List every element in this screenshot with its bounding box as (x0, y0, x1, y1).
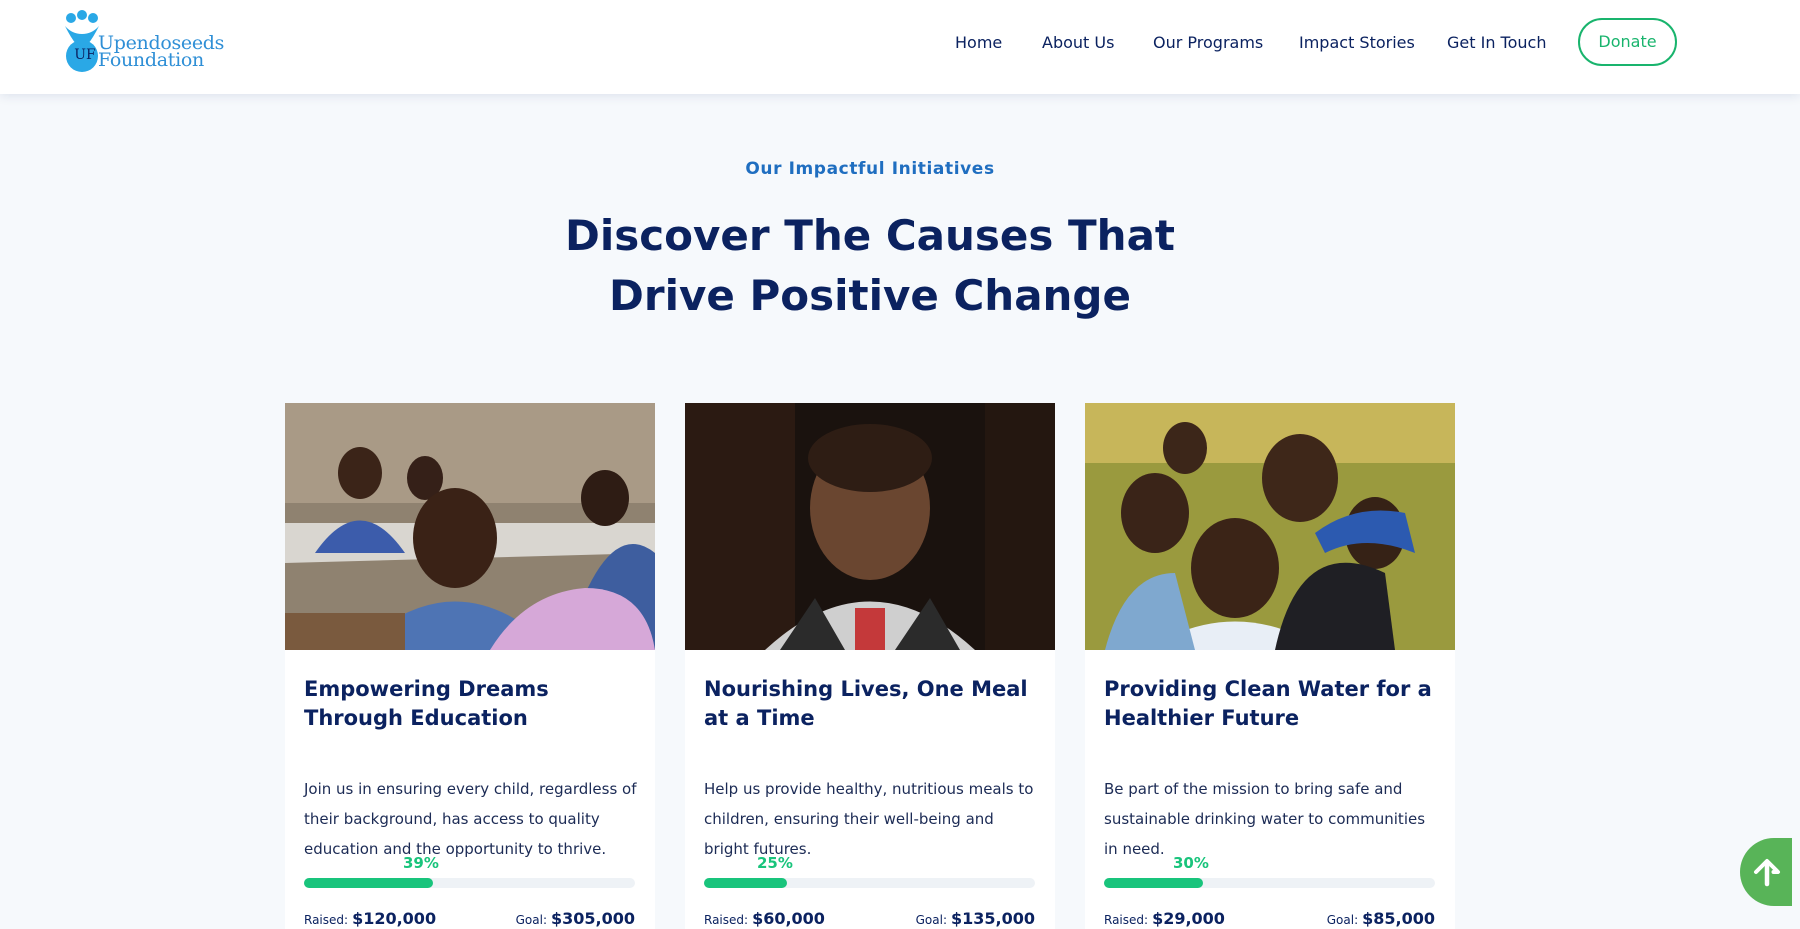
donate-button[interactable]: Donate (1578, 18, 1677, 66)
section-eyebrow: Our Impactful Initiatives (745, 159, 995, 179)
cause-image-nutrition[interactable] (685, 403, 1055, 650)
goal-label: Goal: (915, 913, 947, 927)
progress-fill (704, 878, 787, 888)
progress-fill (304, 878, 434, 888)
goal-value: $85,000 (1362, 909, 1435, 928)
raised-value: $29,000 (1152, 909, 1225, 928)
raised-amount: Raised: $60,000 (704, 909, 825, 928)
scroll-to-top-button[interactable] (1740, 838, 1792, 906)
cause-description: Help us provide healthy, nutritious meal… (704, 780, 1034, 858)
progress-fill (1104, 878, 1204, 888)
goal-label: Goal: (515, 913, 547, 927)
cause-title[interactable]: Providing Clean Water for a Healthier Fu… (1104, 675, 1444, 733)
raised-amount: Raised: $29,000 (1104, 909, 1225, 928)
nav-our-programs[interactable]: Our Programs (1153, 33, 1263, 53)
progress-track (304, 878, 635, 888)
nav-get-in-touch[interactable]: Get In Touch (1447, 33, 1546, 53)
logo-initials: UF (74, 47, 96, 63)
raised-label: Raised: (1104, 913, 1149, 927)
cause-card-nutrition: Nourishing Lives, One Meal at a Time Hel… (685, 403, 1055, 929)
logo[interactable]: UF Upendoseeds Foundation (62, 10, 224, 76)
goal-amount: Goal: $85,000 (1327, 909, 1435, 928)
section-headline: Discover The Causes That Drive Positive … (0, 206, 1740, 326)
raised-value: $60,000 (752, 909, 825, 928)
goal-amount: Goal: $135,000 (916, 909, 1035, 928)
goal-value: $135,000 (950, 909, 1035, 928)
progress-track (704, 878, 1035, 888)
nav-about-us[interactable]: About Us (1042, 33, 1114, 53)
goal-amount: Goal: $305,000 (516, 909, 635, 928)
raised-label: Raised: (304, 913, 349, 927)
logo-text-line-2: Foundation (98, 49, 204, 71)
goal-value: $305,000 (550, 909, 635, 928)
progress-track (1104, 878, 1435, 888)
raised-label: Raised: (704, 913, 749, 927)
progress-percent: 30% (1173, 854, 1209, 872)
cause-image-clean-water[interactable] (1085, 403, 1455, 650)
cause-card-education: Empowering Dreams Through Education Join… (285, 403, 655, 929)
progress-percent: 25% (757, 854, 793, 872)
headline-line-2: Drive Positive Change (609, 271, 1131, 320)
raised-value: $120,000 (352, 909, 437, 928)
goal-label: Goal: (1326, 913, 1359, 927)
cause-description: Join us in ensuring every child, regardl… (304, 780, 637, 858)
nav-impact-stories[interactable]: Impact Stories (1299, 33, 1415, 53)
headline-line-1: Discover The Causes That (564, 211, 1175, 260)
progress-percent: 39% (403, 854, 439, 872)
nav-home[interactable]: Home (955, 33, 1002, 53)
cause-card-clean-water: Providing Clean Water for a Healthier Fu… (1085, 403, 1455, 929)
cause-description: Be part of the mission to bring safe and… (1104, 780, 1426, 858)
cause-title[interactable]: Nourishing Lives, One Meal at a Time (704, 675, 1044, 733)
cause-title[interactable]: Empowering Dreams Through Education (304, 675, 644, 733)
arrow-up-icon (1754, 859, 1780, 887)
cause-image-education[interactable] (285, 403, 655, 650)
site-header: UF Upendoseeds Foundation Home About Us … (0, 0, 1800, 94)
raised-amount: Raised: $120,000 (304, 909, 436, 928)
